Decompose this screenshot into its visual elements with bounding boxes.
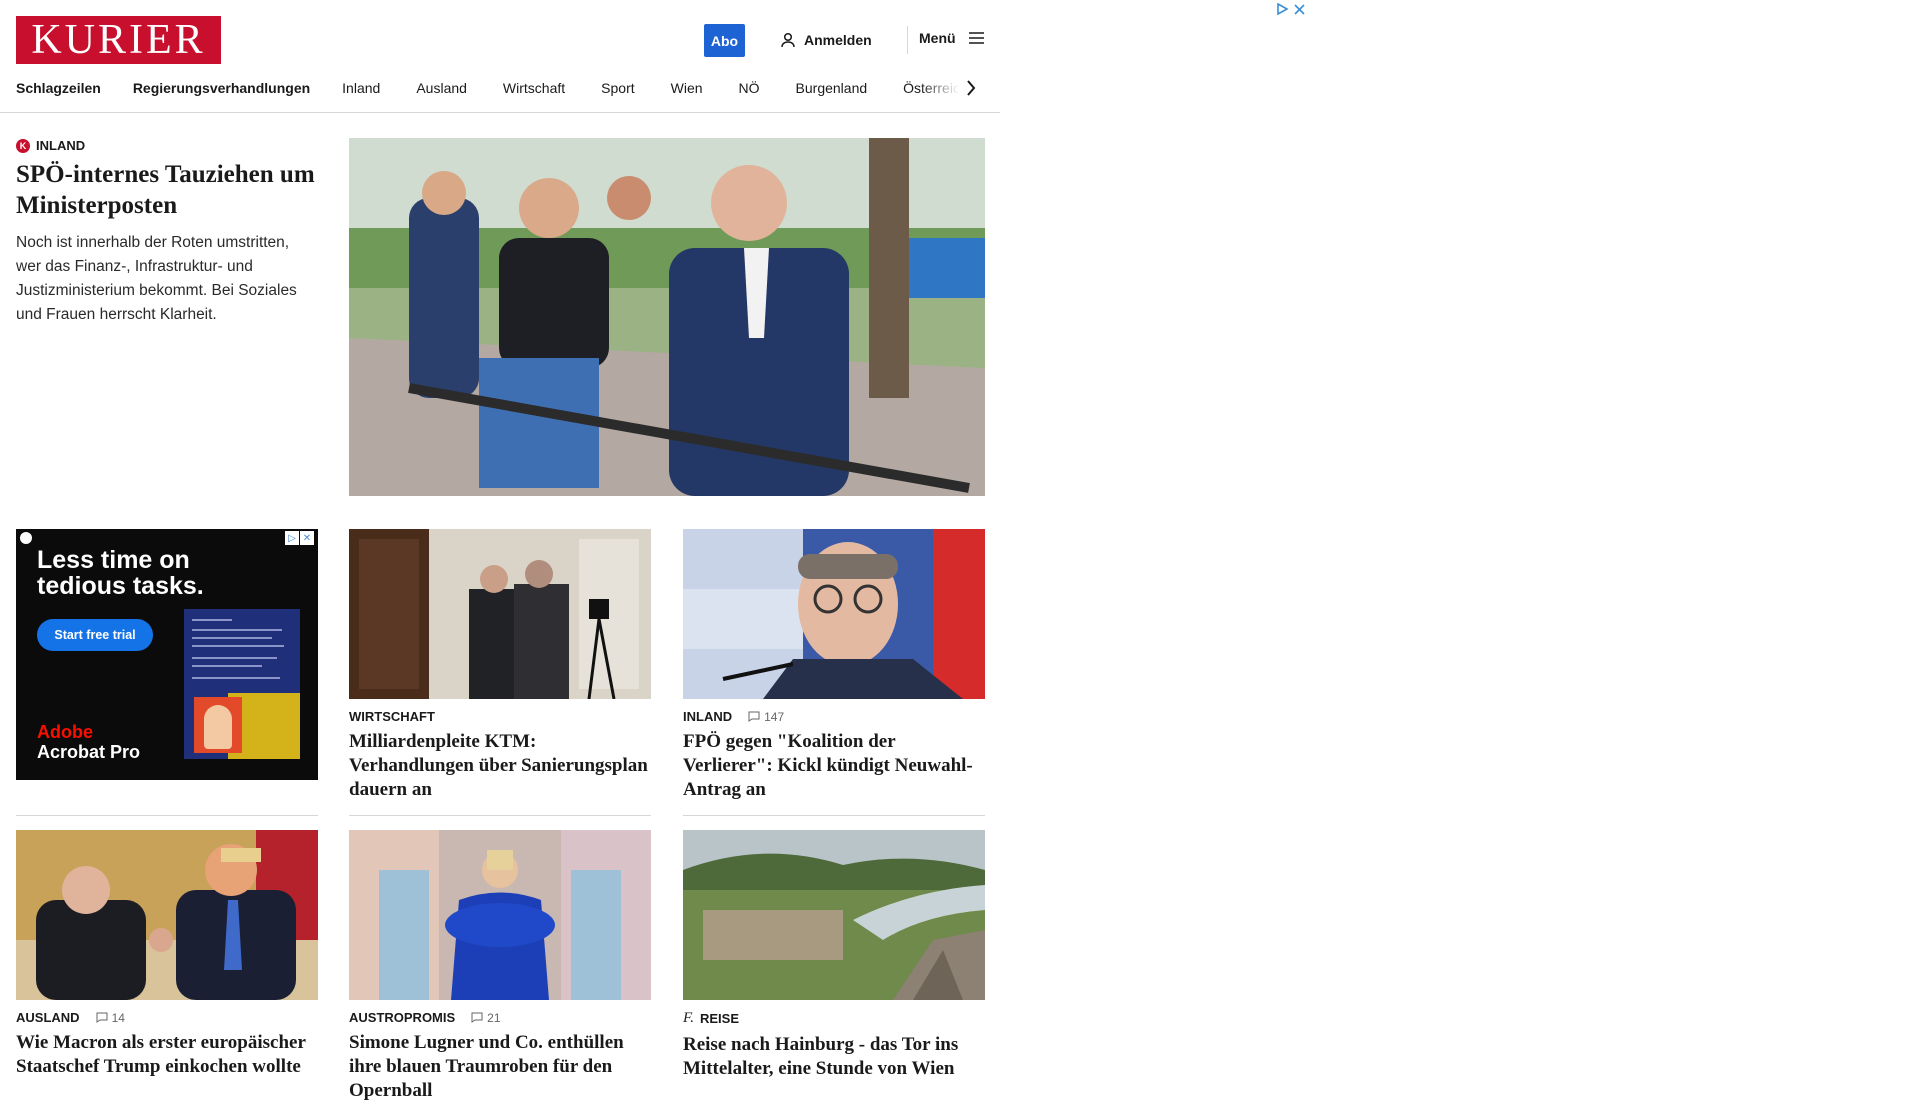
row-divider [349,815,651,816]
ad-cta-button[interactable]: Start free trial [37,619,153,651]
article-headline[interactable]: FPÖ gegen "Koalition der Verlierer": Kic… [683,730,985,802]
comment-count-value: 14 [111,1010,125,1025]
comment-count-value: 147 [764,709,785,724]
article-section-kicker[interactable]: AUSLAND 14 [16,1010,318,1025]
article-card[interactable]: f. REISE Reise nach Hainburg - das Tor i… [683,830,985,1081]
comment-icon [96,1012,108,1023]
article-section-kicker[interactable]: WIRTSCHAFT [349,709,651,724]
lead-headline[interactable]: SPÖ-internes Tauziehen um Ministerposten [16,159,316,221]
article-headline[interactable]: Milliardenpleite KTM: Verhandlungen über… [349,730,651,802]
freizeit-icon: f. [683,1010,694,1026]
article-thumbnail[interactable] [16,830,318,1000]
header-divider [907,26,908,54]
ad-headline: Less time on tedious tasks. [37,546,204,600]
lead-image[interactable] [349,138,985,496]
ad-brand-adobe: Adobe [37,722,93,742]
nav-item-burgenland[interactable]: Burgenland [796,80,868,96]
article-card[interactable]: INLAND 147 FPÖ gegen "Koalition der Verl… [683,529,985,802]
adobe-ad-banner[interactable]: ▷ ✕ Less time on tedious tasks. Start fr… [16,529,318,780]
article-section-kicker[interactable]: INLAND 147 [683,709,985,724]
comment-icon [748,711,760,722]
row-divider [16,815,318,816]
article-card[interactable]: WIRTSCHAFT Milliardenpleite KTM: Verhand… [349,529,651,802]
lead-summary: Noch ist innerhalb der Roten umstritten,… [16,234,297,323]
article-section-label: AUSTROPROMIS [349,1010,456,1025]
user-icon [780,32,796,48]
nav-item-wirtschaft[interactable]: Wirtschaft [503,80,565,96]
article-card[interactable]: AUSLAND 14 Wie Macron als erster europäi… [16,830,318,1079]
article-section-kicker[interactable]: AUSTROPROMIS 21 [349,1010,651,1025]
ad-privacy-icon[interactable] [20,532,32,544]
nav-item-sport[interactable]: Sport [601,80,634,96]
hamburger-icon [968,31,985,45]
nav-item-noe[interactable]: NÖ [739,80,760,96]
article-headline[interactable]: Simone Lugner und Co. enthüllen ihre bla… [349,1031,651,1103]
article-section-label: INLAND [683,709,733,724]
lead-section-kicker[interactable]: K INLAND [16,138,316,153]
adchoices-icon[interactable] [1276,2,1289,20]
comment-count[interactable]: 147 [748,710,784,724]
article-headline[interactable]: Wie Macron als erster europäischer Staat… [16,1031,318,1079]
comment-icon [471,1012,483,1023]
article-headline[interactable]: Reise nach Hainburg - das Tor ins Mittel… [683,1033,985,1081]
section-nav: Schlagzeilen Regierungsverhandlungen Inl… [16,78,990,98]
article-card[interactable]: AUSTROPROMIS 21 Simone Lugner und Co. en… [349,830,651,1103]
nav-item-schlagzeilen[interactable]: Schlagzeilen [16,80,101,96]
login-label: Anmelden [804,32,872,48]
nav-item-inland[interactable]: Inland [342,80,380,96]
menu-label: Menü [919,30,956,46]
comment-count[interactable]: 14 [96,1011,125,1025]
comment-count-value: 21 [487,1010,501,1025]
chevron-right-icon[interactable] [966,79,976,102]
row-divider [683,815,985,816]
article-section-label: AUSLAND [16,1010,80,1025]
article-thumbnail[interactable] [683,529,985,699]
article-section-label: REISE [699,1011,739,1026]
lead-story[interactable]: K INLAND SPÖ-internes Tauziehen um Minis… [16,138,316,327]
nav-item-wien[interactable]: Wien [671,80,703,96]
header-bottom-border [0,112,1000,113]
login-button[interactable]: Anmelden [780,30,872,50]
article-section-kicker[interactable]: f. REISE [683,1010,985,1027]
article-thumbnail[interactable] [683,830,985,1000]
news-homepage: KURIER Abo Anmelden Menü Schlagzeilen Re… [0,0,1007,1101]
ad-controls: ▷ ✕ [285,531,314,545]
kurier-logo[interactable]: KURIER [16,16,221,64]
adchoices-icon[interactable]: ▷ [285,531,299,545]
abo-button[interactable]: Abo [704,24,745,57]
article-thumbnail[interactable] [349,830,651,1000]
ad-brand-product: Acrobat Pro [37,742,141,762]
comment-count[interactable]: 21 [471,1010,501,1025]
ad-choices-top [1276,2,1305,20]
close-icon[interactable]: ✕ [300,531,314,545]
kurier-plus-icon: K [16,138,30,153]
close-icon[interactable] [1294,2,1305,20]
nav-item-ausland[interactable]: Ausland [416,80,467,96]
ad-document-graphic [184,609,300,759]
nav-item-regierungsverhandlungen[interactable]: Regierungsverhandlungen [133,80,310,96]
lead-section-label: INLAND [36,138,86,153]
menu-button[interactable]: Menü [919,30,985,46]
article-thumbnail[interactable] [349,529,651,699]
article-section-label: WIRTSCHAFT [349,709,435,724]
